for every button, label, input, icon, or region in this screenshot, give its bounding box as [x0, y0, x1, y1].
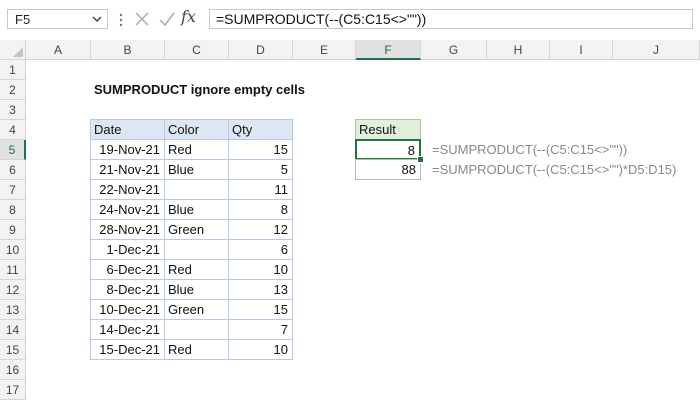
table-cell[interactable]: 1-Dec-21	[90, 239, 165, 260]
row-header-4[interactable]: 4	[0, 120, 26, 140]
row-header-7[interactable]: 7	[0, 180, 26, 200]
select-all-corner[interactable]	[0, 40, 26, 60]
table-cell[interactable]: Red	[164, 339, 229, 360]
column-header-d[interactable]: D	[229, 40, 293, 60]
row-header-2[interactable]: 2	[0, 80, 26, 100]
table-cell[interactable]: 10	[228, 339, 293, 360]
fill-handle[interactable]	[417, 156, 424, 163]
table-cell[interactable]: 8-Dec-21	[90, 279, 165, 300]
column-header-a[interactable]: A	[26, 40, 91, 60]
table-cell[interactable]: 14-Dec-21	[90, 319, 165, 340]
insert-function-icon[interactable]: fx	[181, 7, 196, 26]
formula-annotation: =SUMPRODUCT(--(C5:C15<>"")*D5:D15)	[432, 162, 677, 177]
row-header-9[interactable]: 9	[0, 220, 26, 240]
sheet-title: SUMPRODUCT ignore empty cells	[94, 82, 305, 97]
column-header-h[interactable]: H	[487, 40, 550, 60]
spreadsheet-grid: A B C D E F G H I J 1 2 3 4 5 6 7 8 9 10 11 12 13 14 15 16 17 SUMPR…	[0, 40, 700, 400]
table-cell[interactable]: 10	[228, 259, 293, 280]
row-header-15[interactable]: 15	[0, 340, 26, 360]
row-header-14[interactable]: 14	[0, 320, 26, 340]
column-header-c[interactable]: C	[165, 40, 229, 60]
column-header-i[interactable]: I	[550, 40, 613, 60]
row-header-8[interactable]: 8	[0, 200, 26, 220]
table-cell[interactable]: 28-Nov-21	[90, 219, 165, 240]
table-cell[interactable]: Red	[164, 259, 229, 280]
result-value[interactable]: 88	[355, 159, 421, 180]
table-cell[interactable]: 24-Nov-21	[90, 199, 165, 220]
row-header-1[interactable]: 1	[0, 60, 26, 80]
column-header-b[interactable]: B	[91, 40, 165, 60]
table-cell[interactable]: 10-Dec-21	[90, 299, 165, 320]
column-header-j[interactable]: J	[613, 40, 700, 60]
cancel-icon[interactable]	[133, 10, 151, 28]
table-cell[interactable]: 21-Nov-21	[90, 159, 165, 180]
table-cell[interactable]: 22-Nov-21	[90, 179, 165, 200]
table-cell[interactable]: Red	[164, 139, 229, 160]
row-header-5[interactable]: 5	[0, 140, 26, 160]
row-header-12[interactable]: 12	[0, 280, 26, 300]
formula-text: =SUMPRODUCT(--(C5:C15<>""))	[216, 11, 427, 27]
table-cell[interactable]: 15	[228, 139, 293, 160]
enter-check-icon[interactable]	[158, 10, 176, 28]
table-cell[interactable]: 5	[228, 159, 293, 180]
table-cell[interactable]: Blue	[164, 199, 229, 220]
formula-bar: F5 fx =SUMPRODUCT(--(C5:C15<>""))	[0, 0, 700, 40]
table-cell[interactable]: Blue	[164, 159, 229, 180]
table-cell[interactable]: 8	[228, 199, 293, 220]
table-cell[interactable]: Green	[164, 219, 229, 240]
table-cell[interactable]: 12	[228, 219, 293, 240]
row-header-13[interactable]: 13	[0, 300, 26, 320]
table-header-qty: Qty	[228, 119, 293, 140]
row-header-11[interactable]: 11	[0, 260, 26, 280]
result-header: Result	[355, 119, 421, 140]
row-header-17[interactable]: 17	[0, 380, 26, 400]
table-cell[interactable]: Blue	[164, 279, 229, 300]
table-cell[interactable]: 19-Nov-21	[90, 139, 165, 160]
row-header-3[interactable]: 3	[0, 100, 26, 120]
chevron-down-icon[interactable]	[91, 13, 103, 25]
formula-input[interactable]: =SUMPRODUCT(--(C5:C15<>""))	[209, 9, 693, 29]
formula-annotation: =SUMPRODUCT(--(C5:C15<>""))	[432, 142, 628, 157]
column-header-e[interactable]: E	[293, 40, 356, 60]
table-cell[interactable]: 15-Dec-21	[90, 339, 165, 360]
selected-cell-f5[interactable]: 8	[355, 139, 421, 160]
table-cell[interactable]	[164, 319, 229, 340]
column-header-g[interactable]: G	[421, 40, 487, 60]
table-cell[interactable]: 6-Dec-21	[90, 259, 165, 280]
name-box-value: F5	[15, 12, 31, 27]
table-header-color: Color	[164, 119, 229, 140]
table-cell[interactable]	[164, 179, 229, 200]
table-cell[interactable]: 13	[228, 279, 293, 300]
row-header-16[interactable]: 16	[0, 360, 26, 380]
table-cell[interactable]: 6	[228, 239, 293, 260]
table-cell[interactable]: Green	[164, 299, 229, 320]
table-cell[interactable]	[164, 239, 229, 260]
table-cell[interactable]: 11	[228, 179, 293, 200]
name-box[interactable]: F5	[7, 9, 108, 29]
table-cell[interactable]: 15	[228, 299, 293, 320]
table-cell[interactable]: 7	[228, 319, 293, 340]
row-header-10[interactable]: 10	[0, 240, 26, 260]
row-header-6[interactable]: 6	[0, 160, 26, 180]
column-header-f[interactable]: F	[356, 40, 421, 60]
more-options-icon[interactable]	[118, 12, 124, 28]
table-header-date: Date	[90, 119, 165, 140]
